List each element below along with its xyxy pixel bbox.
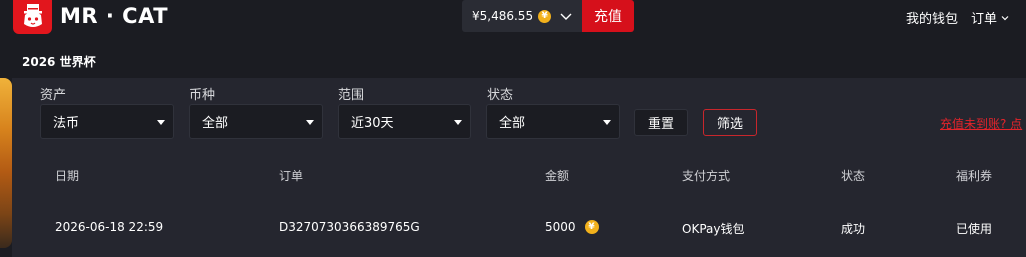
row-amount: 5000 ¥ — [545, 220, 599, 234]
currency-select-value: 全部 — [202, 116, 229, 131]
wallet-amount: ¥5,486.55 — [472, 9, 534, 23]
subnav-world-cup[interactable]: 2026 世界杯 — [22, 53, 96, 70]
row-payment-method: OKPay钱包 — [682, 222, 745, 236]
currency-select[interactable]: 全部 — [189, 104, 323, 139]
orders-menu-label: 订单 — [971, 12, 998, 27]
column-header-coupon: 福利券 — [956, 169, 993, 183]
dropdown-arrow-icon — [157, 120, 165, 125]
dropdown-arrow-icon — [454, 120, 462, 125]
asset-label: 资产 — [40, 88, 67, 103]
range-label: 范围 — [338, 88, 365, 103]
brand-name: MR · CAT — [60, 4, 169, 28]
recharge-button[interactable]: 充值 — [582, 0, 634, 32]
column-header-order: 订单 — [279, 169, 304, 183]
dropdown-arrow-icon — [603, 120, 611, 125]
chevron-down-icon — [1001, 15, 1009, 20]
yen-coin-icon: ¥ — [584, 220, 599, 234]
range-select-value: 近30天 — [351, 116, 394, 131]
recharge-help-link[interactable]: 充值未到账? 点 — [940, 115, 1022, 132]
yen-coin-icon: ¥ — [538, 9, 552, 23]
row-coupon: 已使用 — [956, 222, 993, 236]
currency-label: 币种 — [189, 88, 216, 103]
my-wallet-link[interactable]: 我的钱包 — [906, 8, 958, 27]
side-decoration — [0, 78, 12, 248]
range-select[interactable]: 近30天 — [338, 104, 471, 139]
logo[interactable] — [13, 0, 52, 34]
asset-select[interactable]: 法币 — [40, 104, 174, 139]
row-date: 2026-06-18 22:59 — [55, 220, 164, 234]
chevron-down-icon[interactable] — [559, 9, 573, 23]
top-header: MR · CAT ¥5,486.55 ¥ 充值 我的钱包 订单 — [0, 0, 1026, 46]
status-select[interactable]: 全部 — [486, 104, 620, 139]
row-status: 成功 — [841, 222, 866, 236]
status-label: 状态 — [487, 88, 514, 103]
filter-button[interactable]: 筛选 — [703, 109, 757, 136]
row-order-id[interactable]: D3270730366389765G — [279, 220, 420, 234]
column-header-amount: 金额 — [545, 169, 570, 183]
status-select-value: 全部 — [499, 116, 526, 131]
asset-select-value: 法币 — [53, 116, 80, 131]
cat-logo-icon — [23, 4, 42, 27]
orders-menu[interactable]: 订单 — [971, 8, 1010, 27]
column-header-status: 状态 — [841, 169, 866, 183]
dropdown-arrow-icon — [306, 120, 314, 125]
reset-button[interactable]: 重置 — [634, 109, 688, 136]
column-header-date: 日期 — [55, 169, 80, 183]
column-header-payment: 支付方式 — [682, 169, 731, 183]
row-amount-value: 5000 — [545, 220, 576, 234]
